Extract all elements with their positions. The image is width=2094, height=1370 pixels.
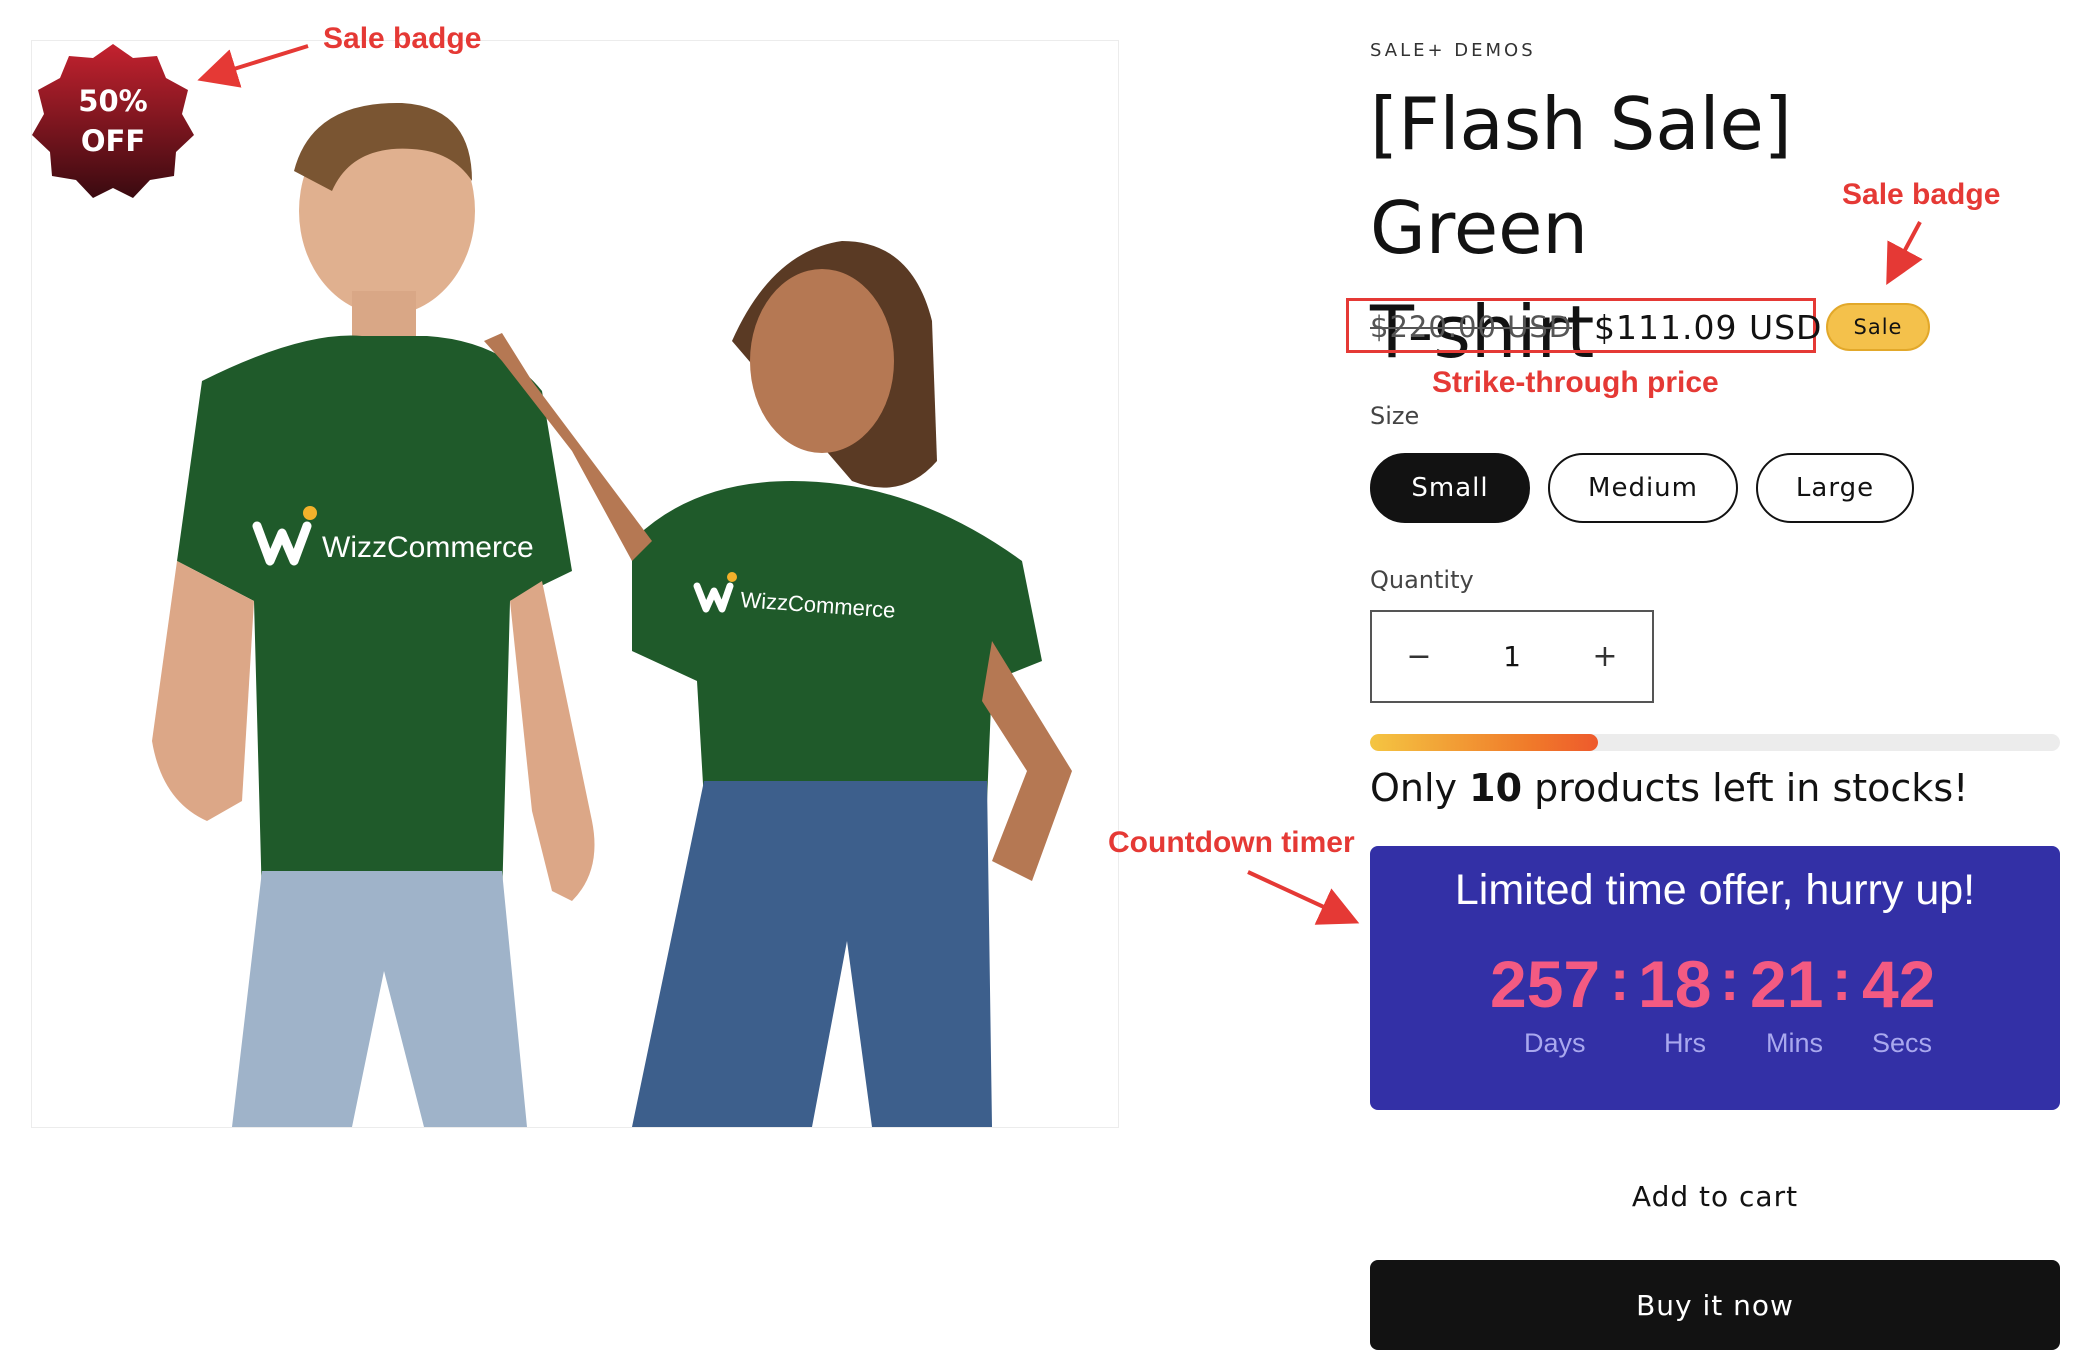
annotation-sale-badge-left: Sale badge <box>323 22 482 55</box>
discount-badge-off: OFF <box>80 124 146 158</box>
arrow-countdown <box>1247 870 1360 925</box>
add-to-cart-button[interactable]: Add to cart <box>1370 1161 2060 1231</box>
stock-count: 10 <box>1469 766 1523 810</box>
stock-progress-bar <box>1370 734 2060 751</box>
size-option-medium[interactable]: Medium <box>1548 453 1738 523</box>
product-vendor[interactable]: SALE+ DEMOS <box>1370 40 1536 61</box>
countdown-separator: : <box>1610 948 1630 1013</box>
quantity-input[interactable]: 1 <box>1466 640 1558 673</box>
countdown-seconds: 42 <box>1862 947 1936 1021</box>
stock-message: Only 10 products left in stocks! <box>1370 766 1968 810</box>
discount-badge: 50% OFF <box>30 38 196 204</box>
countdown-hours-label: Hrs <box>1664 1028 1706 1058</box>
minus-icon: − <box>1406 639 1432 674</box>
countdown-days: 257 <box>1490 947 1601 1021</box>
sale-badge: Sale <box>1826 303 1930 351</box>
buy-now-button[interactable]: Buy it now <box>1370 1260 2060 1350</box>
quantity-increase-button[interactable]: + <box>1558 612 1652 701</box>
countdown-hours: 18 <box>1638 947 1712 1021</box>
size-label: Size <box>1370 402 1420 430</box>
quantity-stepper: − 1 + <box>1370 610 1654 703</box>
countdown-minutes: 21 <box>1750 947 1824 1021</box>
man-figure <box>152 102 595 1127</box>
product-title-line1: [Flash Sale] Green <box>1370 82 1792 270</box>
countdown-minutes-label: Mins <box>1766 1028 1824 1058</box>
countdown-days-label: Days <box>1524 1028 1586 1058</box>
discount-badge-percent: 50% <box>78 84 148 118</box>
size-option-large[interactable]: Large <box>1756 453 1914 523</box>
price-sale: $111.09 USD <box>1594 308 1823 347</box>
countdown-timer: Limited time offer, hurry up! 257 : 18 :… <box>1370 846 2060 1110</box>
size-option-small[interactable]: Small <box>1370 453 1530 523</box>
countdown-seconds-label: Secs <box>1872 1028 1933 1058</box>
svg-text:WizzCommerce: WizzCommerce <box>322 531 534 564</box>
stock-suffix: products left in stocks! <box>1522 766 1969 810</box>
woman-figure <box>484 241 1072 1127</box>
plus-icon: + <box>1592 639 1618 674</box>
quantity-decrease-button[interactable]: − <box>1372 612 1466 701</box>
price-compare-at: $220.00 USD <box>1370 310 1573 344</box>
stock-progress-fill <box>1370 734 1598 751</box>
stock-prefix: Only <box>1370 766 1470 810</box>
quantity-label: Quantity <box>1370 566 1474 594</box>
countdown-separator: : <box>1720 948 1740 1013</box>
annotation-countdown: Countdown timer <box>1108 826 1355 859</box>
countdown-title: Limited time offer, hurry up! <box>1454 866 1976 914</box>
countdown-separator: : <box>1832 948 1852 1013</box>
